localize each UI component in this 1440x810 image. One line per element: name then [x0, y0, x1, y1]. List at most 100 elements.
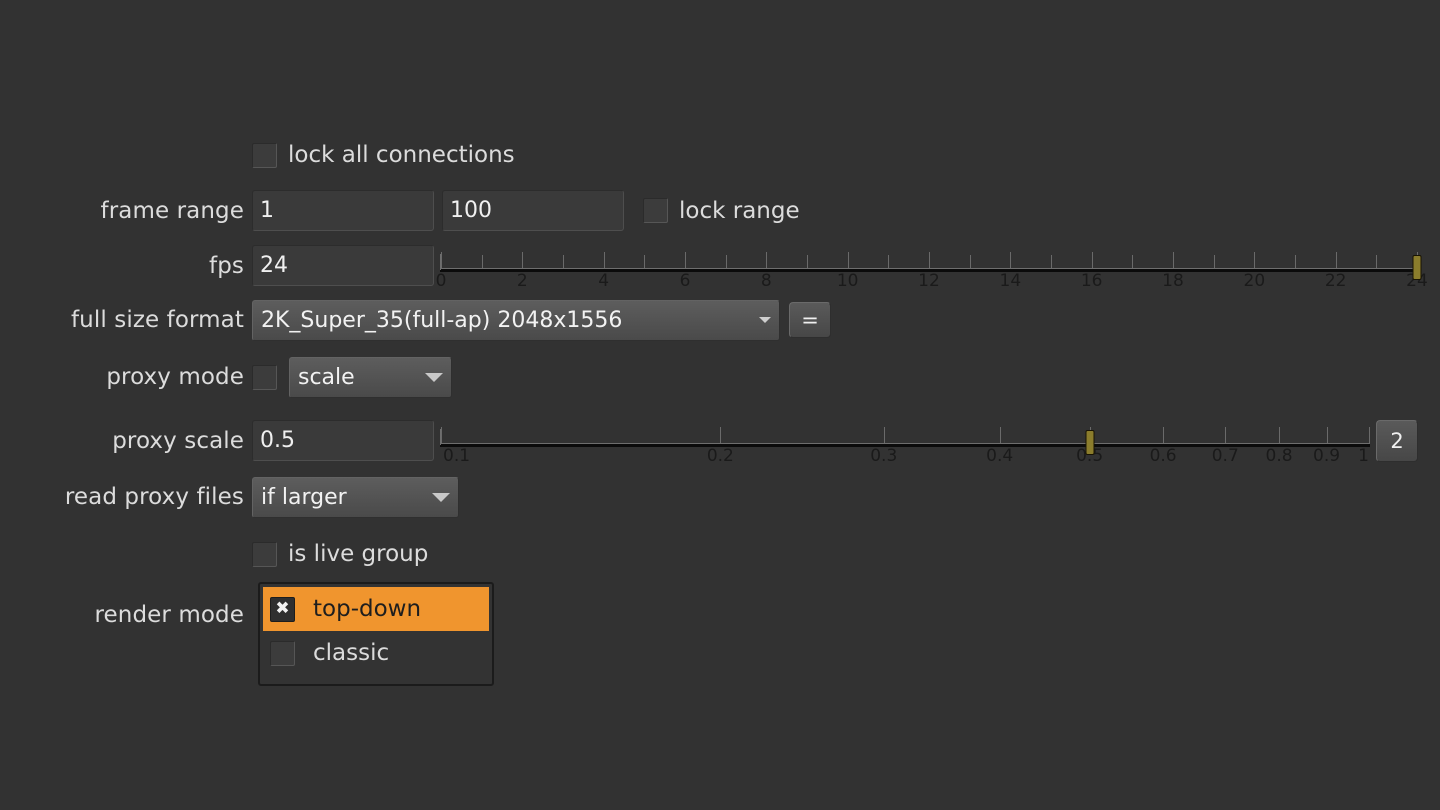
read-proxy-files-value: if larger — [261, 485, 422, 510]
chevron-down-icon — [432, 493, 450, 502]
proxy-scale-max-button[interactable]: 2 — [1376, 420, 1418, 462]
row-proxy-mode: proxy mode scale — [0, 356, 1440, 398]
row-lock-all-connections: lock all connections — [0, 135, 1440, 175]
render-mode-option-top-down[interactable]: top-down — [263, 587, 489, 631]
fps-slider-tick-label: 8 — [761, 271, 772, 291]
proxy-slider-tick — [1000, 427, 1001, 443]
proxy-mode-label: proxy mode — [0, 364, 252, 390]
fps-slider[interactable]: 024681012141618202224 — [440, 242, 1418, 288]
proxy-slider-tick-label: 0.3 — [870, 446, 897, 466]
fps-input[interactable]: 24 — [252, 245, 434, 286]
fps-slider-tick-label: 0 — [436, 271, 447, 291]
top-down-checkbox[interactable] — [270, 597, 295, 622]
fps-slider-tick — [441, 252, 442, 268]
fps-slider-tick-label: 12 — [918, 271, 940, 291]
proxy-slider-tick-label: 0.6 — [1150, 446, 1177, 466]
fps-slider-tick — [1336, 252, 1337, 268]
fps-slider-tick — [1173, 252, 1174, 268]
full-size-format-dropdown[interactable]: 2K_Super_35(full-ap) 2048x1556 — [252, 300, 780, 341]
fps-slider-tick — [1132, 255, 1133, 268]
fps-slider-tick — [563, 255, 564, 268]
read-proxy-files-label: read proxy files — [0, 484, 252, 510]
full-size-format-label: full size format — [0, 307, 252, 333]
row-read-proxy-files: read proxy files if larger — [0, 476, 1440, 518]
classic-checkbox[interactable] — [270, 641, 295, 666]
row-full-size-format: full size format 2K_Super_35(full-ap) 20… — [0, 299, 1440, 341]
fps-slider-tick — [766, 252, 767, 268]
lock-all-connections-label: lock all connections — [288, 142, 515, 168]
row-proxy-scale: proxy scale 0.5 0.10.20.30.40.50.60.70.8… — [0, 418, 1440, 463]
fps-slider-tick — [1254, 252, 1255, 268]
fps-slider-tick-label: 16 — [1081, 271, 1103, 291]
proxy-slider-tick-label: 0.9 — [1313, 446, 1340, 466]
fps-slider-tick — [644, 255, 645, 268]
proxy-slider-tick-label: 1 — [1358, 446, 1369, 466]
lock-all-connections-checkbox[interactable] — [252, 143, 277, 168]
fps-slider-tick — [685, 252, 686, 268]
frame-range-end-input[interactable]: 100 — [442, 190, 624, 231]
fps-slider-tick-label: 20 — [1244, 271, 1266, 291]
proxy-slider-tick — [441, 427, 442, 443]
fps-slider-tick — [1051, 255, 1052, 268]
proxy-slider-tick — [1279, 427, 1280, 443]
proxy-scale-label: proxy scale — [0, 428, 252, 454]
frame-range-label: frame range — [0, 198, 252, 224]
fps-slider-tick — [807, 255, 808, 268]
proxy-slider-tick-label: 0.2 — [707, 446, 734, 466]
is-live-group-checkbox[interactable] — [252, 542, 277, 567]
read-proxy-files-dropdown[interactable]: if larger — [252, 477, 459, 518]
proxy-slider-tick-label: 0.8 — [1266, 446, 1293, 466]
proxy-slider-tick-label: 0.1 — [443, 446, 470, 466]
fps-slider-tick-label: 22 — [1325, 271, 1347, 291]
proxy-scale-slider[interactable]: 0.10.20.30.40.50.60.70.80.91 — [440, 417, 1370, 463]
fps-slider-tick — [1092, 252, 1093, 268]
fps-slider-tick-label: 10 — [837, 271, 859, 291]
proxy-slider-tick-label: 0.7 — [1212, 446, 1239, 466]
row-fps: fps 24 024681012141618202224 — [0, 243, 1440, 288]
proxy-mode-value: scale — [298, 365, 415, 390]
fps-slider-tick — [604, 252, 605, 268]
proxy-slider-tick — [1327, 427, 1328, 443]
proxy-slider-tick — [1369, 427, 1370, 443]
proxy-slider-tick — [884, 427, 885, 443]
fps-slider-tick-label: 18 — [1162, 271, 1184, 291]
node-properties-panel: lock all connections frame range 1 100 l… — [0, 0, 1440, 810]
lock-range-checkbox[interactable] — [643, 198, 668, 223]
fps-slider-tick — [726, 255, 727, 268]
frame-range-start-input[interactable]: 1 — [252, 190, 434, 231]
top-down-label: top-down — [313, 596, 421, 622]
proxy-mode-checkbox[interactable] — [252, 365, 277, 390]
row-is-live-group: is live group — [0, 534, 1440, 574]
fps-slider-tick — [1010, 252, 1011, 268]
fps-slider-tick — [482, 255, 483, 268]
render-mode-option-classic[interactable]: classic — [263, 631, 489, 675]
fps-slider-tick-label: 2 — [517, 271, 528, 291]
proxy-slider-handle — [1085, 430, 1094, 455]
full-size-format-value: 2K_Super_35(full-ap) 2048x1556 — [261, 308, 751, 333]
chevron-down-icon — [759, 317, 771, 323]
fps-label: fps — [0, 253, 252, 279]
proxy-slider-tick — [1163, 427, 1164, 443]
fps-slider-tick — [848, 252, 849, 268]
lock-range-label: lock range — [679, 198, 800, 224]
fps-slider-tick — [888, 255, 889, 268]
row-render-mode: render mode — [0, 590, 1440, 640]
proxy-mode-dropdown[interactable]: scale — [289, 357, 452, 398]
render-mode-label: render mode — [0, 602, 252, 628]
format-equals-button[interactable]: = — [789, 302, 831, 338]
render-mode-group: top-down classic — [258, 582, 494, 686]
proxy-slider-tick — [720, 427, 721, 443]
row-frame-range: frame range 1 100 lock range — [0, 188, 1440, 233]
proxy-slider-tick — [1225, 427, 1226, 443]
proxy-scale-input[interactable]: 0.5 — [252, 420, 434, 461]
fps-slider-tick-label: 6 — [680, 271, 691, 291]
is-live-group-label: is live group — [288, 541, 428, 567]
fps-slider-tick-label: 4 — [598, 271, 609, 291]
chevron-down-icon — [425, 373, 443, 382]
fps-slider-tick-label: 14 — [1000, 271, 1022, 291]
classic-label: classic — [313, 640, 389, 666]
fps-slider-tick — [1214, 255, 1215, 268]
fps-slider-tick — [522, 252, 523, 268]
fps-slider-tick — [1295, 255, 1296, 268]
fps-slider-tick — [970, 255, 971, 268]
